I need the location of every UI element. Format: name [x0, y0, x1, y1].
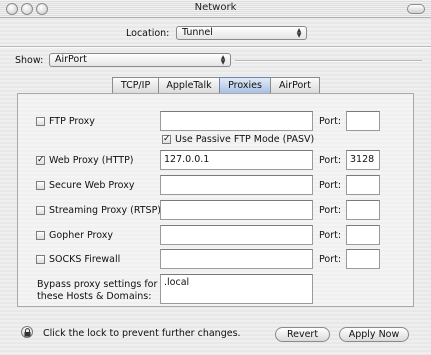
gopher-proxy-label: Gopher Proxy [49, 230, 114, 241]
lock-icon[interactable] [21, 326, 33, 338]
tab-proxies[interactable]: Proxies [219, 77, 271, 94]
ftp-port-field[interactable] [346, 111, 380, 131]
window-title: Network [194, 2, 237, 13]
streaming-proxy-server-field[interactable] [160, 200, 313, 220]
ftp-proxy-server-field[interactable] [160, 111, 313, 131]
web-proxy-server-field[interactable]: 127.0.0.1 [160, 150, 313, 170]
location-popup[interactable]: Tunnel ▲ ▼ [176, 26, 307, 40]
separator [235, 60, 422, 62]
socks-firewall-server-field[interactable] [160, 249, 313, 269]
location-label: Location: [126, 28, 170, 39]
passive-ftp-label: Use Passive FTP Mode (PASV) [175, 134, 315, 145]
streaming-port-field[interactable] [346, 200, 380, 220]
web-port-label: Port: [319, 155, 342, 166]
separator [0, 46, 431, 48]
web-proxy-checkbox[interactable]: ✓ [36, 156, 45, 165]
web-port-field[interactable]: 3128 [346, 150, 380, 170]
socks-firewall-checkbox[interactable] [36, 255, 45, 264]
secure-web-port-field[interactable] [346, 175, 380, 195]
socks-port-field[interactable] [346, 249, 380, 269]
bypass-hosts-field[interactable]: .local [160, 274, 313, 304]
secure-web-proxy-checkbox[interactable] [36, 181, 45, 190]
ftp-proxy-checkbox[interactable] [36, 117, 45, 126]
ftp-proxy-label: FTP Proxy [49, 116, 95, 127]
apply-now-button[interactable]: Apply Now [339, 327, 409, 342]
lock-message: Click the lock to prevent further change… [43, 328, 241, 339]
show-label: Show: [15, 55, 44, 66]
network-preferences-window: Network Location: Tunnel ▲ ▼ Show: AirPor… [0, 0, 431, 355]
secure-web-port-label: Port: [319, 180, 342, 191]
gopher-proxy-checkbox[interactable] [36, 231, 45, 240]
revert-button[interactable]: Revert [275, 327, 330, 342]
passive-ftp-checkbox[interactable]: ✓ [162, 135, 171, 144]
tab-airport[interactable]: AirPort [270, 77, 320, 94]
web-proxy-label: Web Proxy (HTTP) [49, 155, 134, 166]
secure-web-proxy-server-field[interactable] [160, 175, 313, 195]
secure-web-proxy-label: Secure Web Proxy [49, 180, 135, 191]
ftp-port-label: Port: [319, 116, 342, 127]
tab-tcpip[interactable]: TCP/IP [112, 77, 159, 94]
socks-firewall-label: SOCKS Firewall [49, 254, 121, 265]
streaming-port-label: Port: [319, 205, 342, 216]
show-popup[interactable]: AirPort ▲ ▼ [49, 53, 231, 67]
updown-arrows-icon: ▲ ▼ [220, 54, 226, 66]
title-bar[interactable]: Network [0, 0, 431, 18]
gopher-proxy-server-field[interactable] [160, 225, 313, 245]
show-value: AirPort [55, 54, 87, 65]
toolbar-toggle-icon[interactable] [407, 4, 425, 14]
location-value: Tunnel [182, 27, 213, 38]
streaming-proxy-label: Streaming Proxy (RTSP) [49, 205, 162, 216]
bypass-label-line2: these Hosts & Domains: [37, 291, 152, 302]
bypass-label-line1: Bypass proxy settings for [37, 279, 158, 290]
gopher-port-field[interactable] [346, 225, 380, 245]
gopher-port-label: Port: [319, 230, 342, 241]
updown-arrows-icon: ▲ ▼ [296, 27, 302, 39]
socks-port-label: Port: [319, 254, 342, 265]
tab-appletalk[interactable]: AppleTalk [158, 77, 220, 94]
streaming-proxy-checkbox[interactable] [36, 206, 45, 215]
